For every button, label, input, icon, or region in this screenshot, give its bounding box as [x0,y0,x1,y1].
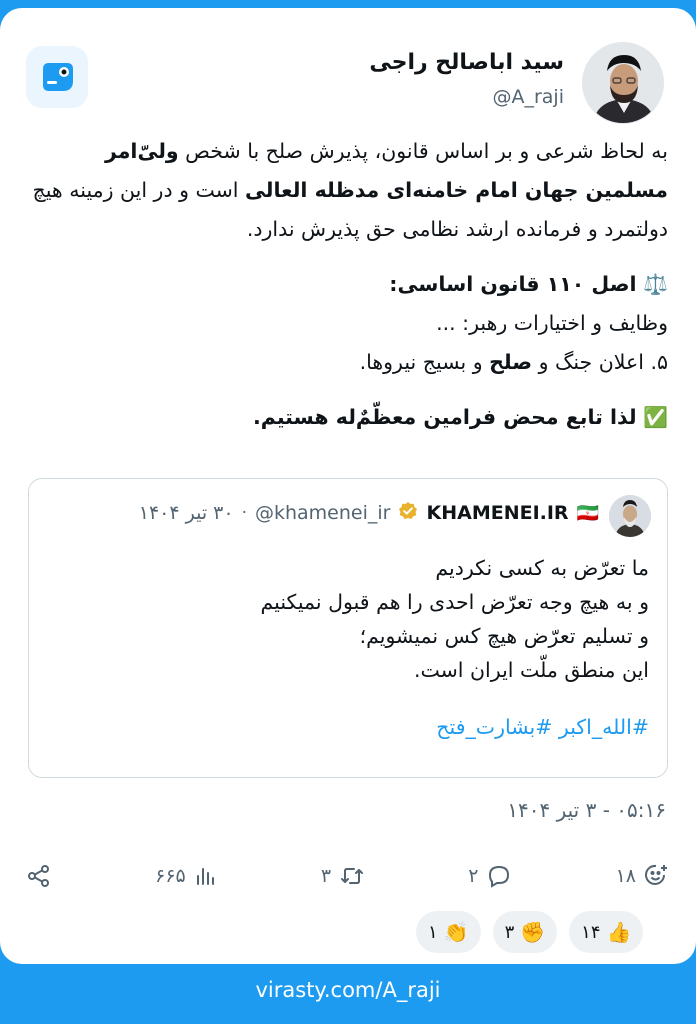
post-text: به لحاظ شرعی و بر اساس قانون، پذیرش صلح … [26,132,668,437]
reaction-count: ۱۸ [615,865,636,887]
reaction-pills: 👍 ۱۴ ✊ ۳ 👏 ۱ [416,911,644,953]
separator-dot: · [241,503,247,523]
post-timestamp: ۰۵:۱۶ - ۳ تیر ۱۴۰۴ [507,798,666,822]
quoted-line: و تسلیم تعرّض هیچ کس نمیشویم؛ [359,624,649,648]
verified-badge-icon [398,501,418,525]
display-name[interactable]: سید اباصالح راجی [369,50,564,75]
reaction-pill-count: ۱ [428,921,438,943]
quoted-handle[interactable]: @khamenei_ir [255,502,391,524]
reaction-pill-count: ۳ [504,921,515,943]
footer-link[interactable]: virasty.com/A_raji [0,978,696,1002]
share-button[interactable] [26,863,52,889]
quoted-time: ۳۰ تیر ۱۴۰۴ [138,502,234,524]
quoted-line: و به هیچ وجه تعرّض احدی را هم قبول نمیکن… [260,590,650,614]
law-line-part: و بسیج نیروها. [359,350,490,374]
raised-fist-icon: ✊ [520,920,546,944]
law-line-part: ۵. اعلان جنگ و [532,350,668,374]
repost-count: ۳ [320,865,332,887]
quoted-line: ما تعرّض به کسی نکردیم [435,556,649,580]
flag-icon: 🇮🇷 [576,502,599,524]
quoted-name[interactable]: KHAMENEI.IR [426,502,568,524]
reaction-pill-clap[interactable]: 👏 ۱ [416,911,481,953]
action-bar: ۱۸ ۲ ۳ ۶۶۵ [26,856,670,896]
add-reaction-icon [645,864,667,885]
quoted-post[interactable]: 🇮🇷 KHAMENEI.IR @khamenei_ir · ۳۰ تیر ۱۴۰… [28,478,668,778]
views-button[interactable]: ۶۶۵ [155,864,218,888]
add-reaction-button[interactable]: ۱۸ [616,863,670,889]
reaction-pill-count: ۱۴ [581,921,601,943]
reply-count: ۲ [468,865,479,887]
clapping-hands-icon: 👏 [443,920,469,944]
app-logo-icon[interactable] [26,46,88,108]
quoted-line: این منطق ملّت ایران است. [413,658,649,682]
quoted-text: ما تعرّض به کسی نکردیم و به هیچ وجه تعرّ… [47,551,650,687]
quoted-avatar[interactable] [609,495,651,537]
share-icon [28,865,50,887]
quoted-header: 🇮🇷 KHAMENEI.IR @khamenei_ir · ۳۰ تیر ۱۴۰… [139,501,599,525]
reply-icon [489,865,510,888]
repost-icon [341,868,364,884]
repost-button[interactable]: ۳ [321,863,365,889]
user-handle[interactable]: @A_raji [492,86,564,108]
quoted-hashtags[interactable]: #الله_اکبر #بشارت_فتح [436,715,649,739]
thumbs-up-icon: 👍 [606,920,632,944]
scale-icon: ⚖️ [643,272,668,296]
avatar[interactable] [582,42,664,124]
law-line: وظایف و اختیارات رهبر: ... [436,311,668,335]
post-card: سید اباصالح راجی @A_raji به لحاظ شرعی و … [0,8,696,964]
closing-line: لذا تابع محض فرامین معظّمٌ‌له هستیم. [252,405,637,429]
check-icon: ✅ [643,405,668,429]
reply-button[interactable]: ۲ [468,863,512,889]
reaction-pill-fist[interactable]: ✊ ۳ [492,911,558,953]
views-icon [196,868,214,885]
reaction-pill-thumbs-up[interactable]: 👍 ۱۴ [569,911,644,953]
post-text-part: به لحاظ شرعی و بر اساس قانون، پذیرش صلح … [178,139,668,163]
law-line-bold: صلح [489,350,533,374]
views-count: ۶۶۵ [155,865,186,887]
law-title: اصل ۱۱۰ قانون اساسی: [389,272,637,296]
